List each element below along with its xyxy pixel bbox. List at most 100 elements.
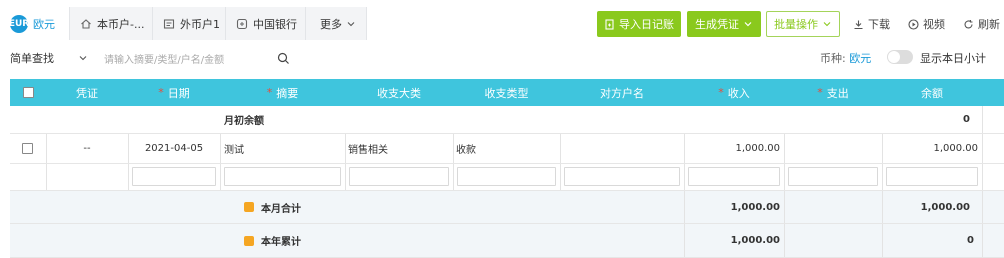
currency-value: 欧元 [849,52,872,65]
month-total-balance: 1,000.00 [920,201,970,213]
header-income-label: 收入 [727,86,750,100]
tab-foreign-account[interactable]: 外币户1 [153,7,226,40]
header-summary: * 摘要 [220,79,345,106]
tab-label: 欧元 [33,17,55,31]
search-placeholder: 请输入摘要/类型/户名/金额 [104,54,225,66]
play-circle-icon [908,18,919,30]
chevron-down-icon [346,19,356,29]
header-date: * 日期 [128,79,220,106]
year-total-text: 本年累计 [261,237,301,248]
home-icon [80,17,92,30]
download-button[interactable]: 下载 [853,11,890,37]
tab-more[interactable]: 更多 [306,7,367,40]
required-mark: * [158,86,164,99]
batch-operation-button[interactable]: 批量操作 [766,11,840,37]
month-total-expense [784,191,878,223]
required-mark: * [817,86,823,99]
required-mark: * [718,86,724,99]
video-label: 视频 [923,18,945,31]
category-input[interactable] [349,167,449,186]
search-input[interactable]: 请输入摘要/类型/户名/金额 [104,48,290,68]
chevron-down-icon [78,53,88,63]
header-select-all[interactable] [10,79,46,106]
header-summary-label: 摘要 [276,86,299,100]
cell-balance[interactable]: 1,000.00 [882,134,978,163]
header-balance: 余额 [921,86,943,100]
header-expense: * 支出 [784,79,882,106]
tab-euro[interactable]: EUR 欧元 [0,7,70,40]
calendar-icon [244,202,254,212]
new-entry-row [10,164,1004,191]
cell-voucher[interactable]: -- [46,134,128,163]
expense-input[interactable] [788,167,878,186]
cell-income[interactable]: 1,000.00 [684,134,780,163]
cell-summary[interactable]: 测试 [224,134,244,163]
header-voucher: 凭证 [76,86,98,100]
filter-bar: 简单查找 请输入摘要/类型/户名/金额 币种: 欧元 显示本日小计 [0,40,1004,110]
header-counterparty: 对方户名 [600,86,644,100]
select-all-checkbox[interactable] [22,87,34,98]
tab-label: 本币户-... [97,17,145,31]
counterparty-input[interactable] [564,167,680,186]
date-input[interactable] [132,167,216,186]
income-input[interactable] [688,167,780,186]
import-journal-button[interactable]: 导入日记账 [597,11,681,37]
top-bar: EUR 欧元 本币户-... 外币户1 中国银行 更多 导入日记账 生成凭证 批… [0,0,1004,40]
daily-subtotal-label: 显示本日小计 [920,52,986,65]
generate-voucher-button[interactable]: 生成凭证 [687,11,761,37]
tab-label: 外币户1 [180,17,220,31]
month-total-row: 本月合计 1,000.00 1,000.00 [10,191,1004,224]
year-total-balance: 0 [967,235,974,246]
month-total-label: 本月合计 [244,191,301,223]
download-label: 下载 [868,18,890,31]
generate-label: 生成凭证 [695,18,739,31]
cell-category[interactable]: 销售相关 [348,134,388,163]
month-total-text: 本月合计 [261,203,301,215]
opening-balance-value: 0 [963,114,970,125]
month-total-income: 1,000.00 [730,201,780,213]
year-total-row: 本年累计 1,000.00 0 [10,224,1004,258]
refresh-icon [964,19,973,28]
row-checkbox[interactable] [22,134,33,163]
calendar-icon [244,235,254,246]
currency-badge-icon: EUR [9,14,29,33]
year-total-income: 1,000.00 [730,235,780,246]
summary-input[interactable] [224,167,341,186]
card-icon [163,17,175,30]
tab-label: 更多 [320,17,342,31]
batch-label: 批量操作 [774,18,818,31]
daily-subtotal-toggle[interactable] [887,50,913,64]
header-date-label: 日期 [167,86,190,100]
refresh-label: 刷新 [978,18,1000,31]
currency-indicator: 币种: 欧元 [820,50,871,66]
table-row[interactable]: -- 2021-04-05 测试 销售相关 收款 1,000.00 1,000.… [10,134,1004,164]
type-input[interactable] [457,167,556,186]
refresh-button[interactable]: 刷新 [963,11,1000,37]
opening-balance-label: 月初余额 [224,116,264,127]
cell-date[interactable]: 2021-04-05 [128,134,220,163]
search-mode-label: 简单查找 [10,52,54,65]
import-label: 导入日记账 [619,18,674,31]
chevron-down-icon [822,19,832,29]
search-icon[interactable] [277,52,290,65]
tab-bank-of-china[interactable]: 中国银行 [226,7,306,40]
cell-expense[interactable] [784,134,878,163]
required-mark: * [266,86,273,99]
tab-local-account[interactable]: 本币户-... [70,7,153,40]
tab-strip: EUR 欧元 本币户-... 外币户1 中国银行 更多 [0,7,367,40]
search-mode-select[interactable]: 简单查找 [10,48,88,68]
header-expense-label: 支出 [826,86,849,100]
opening-balance-row: 月初余额 0 [10,106,1004,134]
year-total-label: 本年累计 [244,224,301,257]
table-header: 凭证 * 日期 * 摘要 收支大类 收支类型 对方户名 * 收入 * 支出 余额 [10,79,1004,106]
balance-input[interactable] [886,167,978,186]
header-income: * 收入 [684,79,784,106]
video-button[interactable]: 视频 [908,11,945,37]
chevron-down-icon [743,19,753,29]
currency-label: 币种: [820,52,846,65]
download-icon [854,20,863,29]
cell-type[interactable]: 收款 [456,134,476,163]
tab-label: 中国银行 [253,17,297,31]
import-icon [604,18,615,30]
bank-icon [236,17,248,30]
